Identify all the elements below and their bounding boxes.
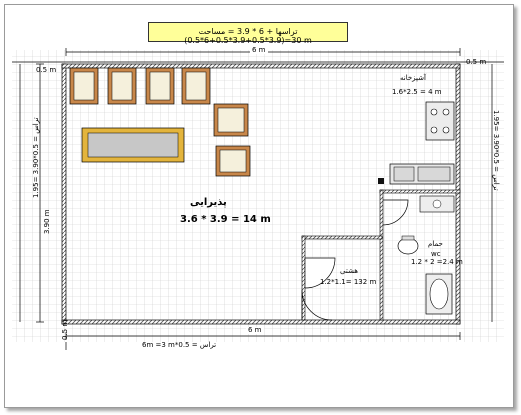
chair [107, 67, 137, 105]
area-formula-label: تراسها + 6 * 3.9 = مساحت [198, 27, 298, 36]
bottom-terrace-label: تراس = 0.5*6m =3 m [142, 341, 217, 349]
kitchen-area: 1.6*2.5 = 4 m [392, 88, 442, 96]
bottom-offset-label: 0.5 m [61, 319, 69, 340]
chair [213, 103, 249, 137]
area-formula-value: (0.5*6+0.5*3.9+0.5*3.9)=30 m [184, 36, 312, 45]
bathroom-area: 1.2 * 2 =2.4 m [411, 258, 463, 266]
stove [425, 101, 455, 141]
top-width-label: 6 m [250, 46, 268, 54]
bottom-width-label: 6 m [246, 326, 264, 334]
chair [181, 67, 211, 105]
left-terrace-label: تراس = 0.5*3.90 =1.95 [32, 117, 40, 198]
floor-plan [12, 48, 504, 350]
chair [69, 67, 99, 105]
kitchen-name: آشپزخانه [400, 74, 426, 82]
right-terrace-label: تراس = 0.5*3.90 =1.95 [492, 110, 500, 191]
bathroom-wc-label: wc [431, 250, 441, 258]
entrance-name: هشتی [340, 267, 358, 275]
top-right-offset-label: 0.5 m [466, 58, 487, 66]
bathroom-name: حمام [428, 240, 443, 248]
entrance-area: 1.2*1.1= 132 m [320, 278, 377, 286]
top-left-offset-label: 0.5 m [36, 66, 57, 74]
kitchen-sink [389, 163, 455, 185]
area-formula: تراسها + 6 * 3.9 = مساحت (0.5*6+0.5*3.9+… [149, 27, 347, 45]
reception-room-area: 3.6 * 3.9 = 14 m [180, 214, 271, 225]
chair [215, 145, 251, 177]
chair [145, 67, 175, 105]
coffee-table [81, 127, 185, 163]
area-formula-box: تراسها + 6 * 3.9 = مساحت (0.5*6+0.5*3.9+… [148, 22, 348, 45]
left-height-label: 3.90 m [43, 209, 51, 234]
reception-room-name: پذیرایی [190, 197, 227, 208]
